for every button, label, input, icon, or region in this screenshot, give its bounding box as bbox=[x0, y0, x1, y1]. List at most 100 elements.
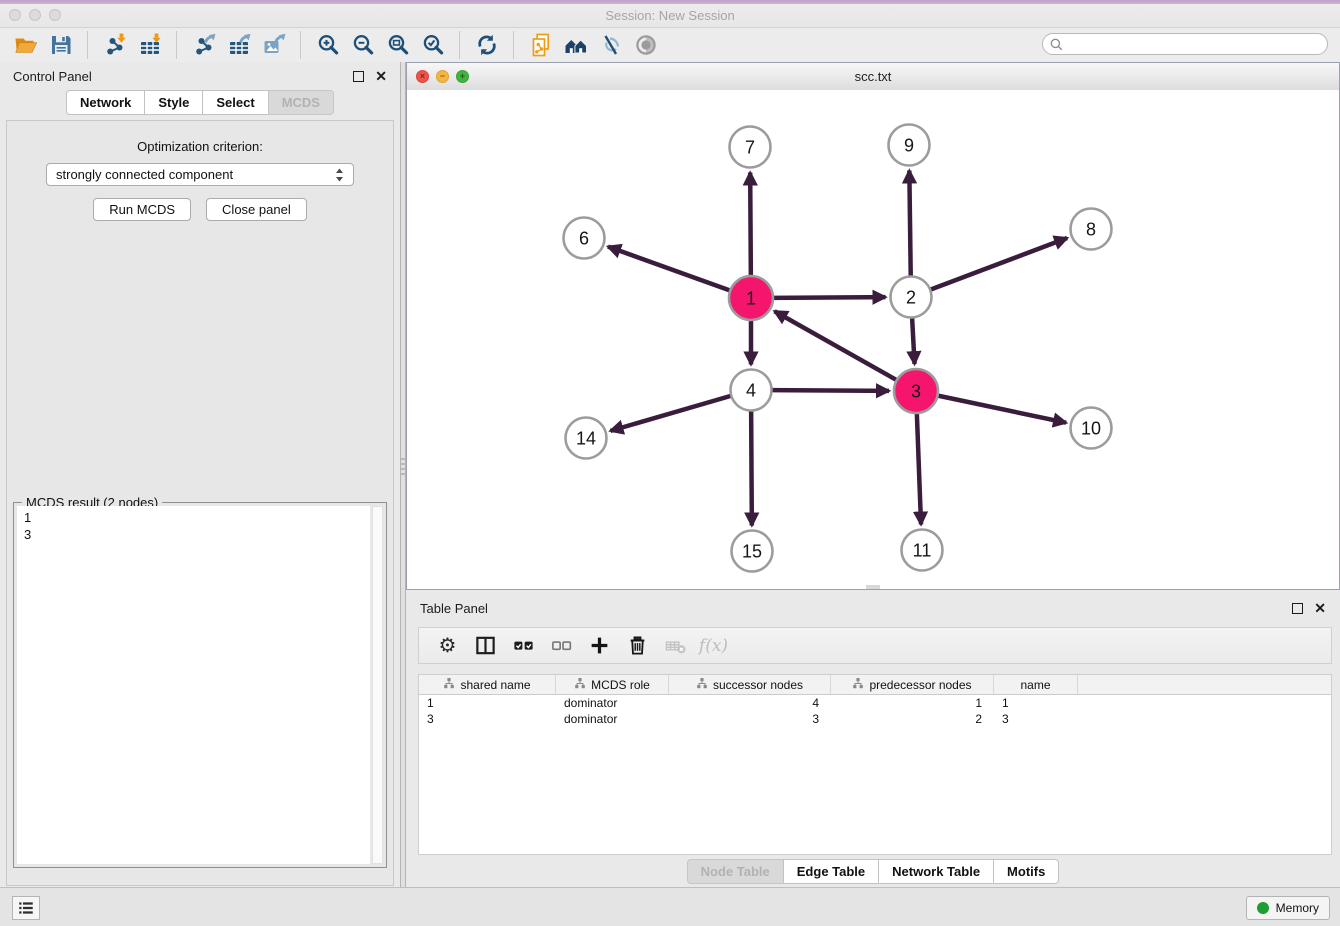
tab-style[interactable]: Style bbox=[144, 90, 203, 115]
graph-node-4[interactable]: 4 bbox=[731, 370, 772, 411]
float-panel-icon[interactable] bbox=[353, 71, 364, 82]
optimization-label: Optimization criterion: bbox=[7, 139, 393, 154]
mcds-panel: Optimization criterion: strongly connect… bbox=[6, 120, 394, 886]
table-row[interactable]: 1dominator411 bbox=[419, 695, 1331, 711]
export-table-icon[interactable] bbox=[223, 31, 254, 59]
graph-node-10[interactable]: 10 bbox=[1071, 408, 1112, 449]
table-tab-edge-table[interactable]: Edge Table bbox=[783, 859, 879, 884]
graph-node-3[interactable]: 3 bbox=[894, 369, 938, 413]
tab-mcds[interactable]: MCDS bbox=[268, 90, 334, 115]
zoom-selected-icon[interactable] bbox=[417, 31, 448, 59]
graph-node-11[interactable]: 11 bbox=[902, 530, 943, 571]
control-panel-tabs: NetworkStyleSelectMCDS bbox=[0, 90, 400, 115]
column-label: successor nodes bbox=[713, 678, 803, 692]
memory-button[interactable]: Memory bbox=[1246, 896, 1330, 920]
graph-node-14[interactable]: 14 bbox=[566, 418, 607, 459]
window-title: Session: New Session bbox=[0, 8, 1340, 23]
toolbar-separator bbox=[176, 31, 177, 59]
float-table-panel-icon[interactable] bbox=[1292, 603, 1303, 614]
result-scrollbar[interactable] bbox=[372, 506, 383, 864]
table-panel: Table Panel ✕ ⚙f(x) shared nameMCDS role… bbox=[406, 595, 1340, 888]
graph-edge-3-10[interactable] bbox=[939, 396, 1067, 423]
delete-column-icon[interactable] bbox=[619, 631, 656, 661]
graph-edge-1-2[interactable] bbox=[774, 297, 886, 298]
hide-graphics-details-icon[interactable] bbox=[595, 31, 626, 59]
open-session-icon[interactable] bbox=[10, 31, 41, 59]
graph-edge-4-15[interactable] bbox=[751, 411, 752, 525]
table-cell: 1 bbox=[994, 696, 1078, 710]
graph-edge-2-9[interactable] bbox=[909, 170, 910, 275]
column-header-MCDS-role[interactable]: MCDS role bbox=[556, 675, 669, 694]
search-input[interactable] bbox=[1068, 36, 1320, 52]
graph-node-6[interactable]: 6 bbox=[564, 218, 605, 259]
save-session-icon[interactable] bbox=[45, 31, 76, 59]
zoom-out-icon[interactable] bbox=[347, 31, 378, 59]
export-network-icon[interactable] bbox=[188, 31, 219, 59]
column-visibility-icon[interactable] bbox=[467, 631, 504, 661]
column-type-icon bbox=[574, 677, 586, 692]
select-all-rows-icon[interactable] bbox=[505, 631, 542, 661]
svg-text:7: 7 bbox=[745, 137, 755, 157]
table-cell: dominator bbox=[556, 696, 669, 710]
new-network-icon[interactable] bbox=[525, 31, 556, 59]
graph-edge-3-1[interactable] bbox=[775, 311, 896, 379]
svg-text:11: 11 bbox=[913, 540, 932, 560]
import-table-icon[interactable] bbox=[134, 31, 165, 59]
close-panel-button[interactable]: Close panel bbox=[206, 198, 307, 221]
close-table-panel-icon[interactable]: ✕ bbox=[1314, 601, 1326, 615]
graph-edge-4-14[interactable] bbox=[610, 396, 730, 431]
svg-text:6: 6 bbox=[579, 228, 589, 248]
tab-select[interactable]: Select bbox=[202, 90, 268, 115]
graph-edge-1-6[interactable] bbox=[608, 247, 729, 291]
network-canvas[interactable]: 1 2 3 4 6 7 8 9 10 11 14 15 bbox=[407, 90, 1339, 589]
run-mcds-button[interactable]: Run MCDS bbox=[93, 198, 191, 221]
table-settings-icon[interactable]: ⚙ bbox=[429, 631, 466, 661]
mcds-result-box: MCDS result (2 nodes) 13 bbox=[13, 502, 387, 868]
add-column-icon[interactable] bbox=[581, 631, 618, 661]
zoom-fit-icon[interactable] bbox=[382, 31, 413, 59]
column-label: shared name bbox=[460, 678, 530, 692]
list-icon bbox=[17, 899, 35, 917]
graph-node-8[interactable]: 8 bbox=[1071, 209, 1112, 250]
canvas-resize-grip[interactable] bbox=[866, 585, 880, 589]
column-type-icon bbox=[443, 677, 455, 692]
column-header-predecessor-nodes[interactable]: predecessor nodes bbox=[831, 675, 994, 694]
network-graph: 1 2 3 4 6 7 8 9 10 11 14 15 bbox=[407, 90, 1339, 589]
deselect-all-rows-icon[interactable] bbox=[543, 631, 580, 661]
graph-edge-3-11[interactable] bbox=[917, 414, 921, 525]
column-label: name bbox=[1020, 678, 1050, 692]
table-row[interactable]: 3dominator323 bbox=[419, 711, 1331, 727]
graph-node-9[interactable]: 9 bbox=[889, 125, 930, 166]
export-image-icon[interactable] bbox=[258, 31, 289, 59]
graph-node-2[interactable]: 2 bbox=[891, 277, 932, 318]
graph-edge-1-7[interactable] bbox=[750, 172, 751, 275]
table-tab-motifs[interactable]: Motifs bbox=[993, 859, 1059, 884]
table-tab-node-table[interactable]: Node Table bbox=[687, 859, 784, 884]
graph-node-15[interactable]: 15 bbox=[732, 531, 773, 572]
table-tabs: Node TableEdge TableNetwork TableMotifs bbox=[406, 859, 1340, 884]
toolbar-separator bbox=[87, 31, 88, 59]
graph-node-7[interactable]: 7 bbox=[730, 127, 771, 168]
home-views-icon[interactable] bbox=[560, 31, 591, 59]
column-header-name[interactable]: name bbox=[994, 675, 1078, 694]
graph-edge-2-8[interactable] bbox=[931, 238, 1067, 289]
column-header-shared-name[interactable]: shared name bbox=[419, 675, 556, 694]
mcds-result-area[interactable]: 13 bbox=[17, 506, 370, 864]
graph-edge-4-3[interactable] bbox=[772, 390, 889, 391]
zoom-in-icon[interactable] bbox=[312, 31, 343, 59]
network-window: × − + scc.txt 1234678910111415 bbox=[406, 62, 1340, 590]
import-network-icon[interactable] bbox=[99, 31, 130, 59]
toolbar-separator bbox=[513, 31, 514, 59]
task-history-button[interactable] bbox=[12, 896, 40, 920]
svg-text:9: 9 bbox=[904, 135, 914, 155]
graph-edge-2-3[interactable] bbox=[912, 318, 914, 364]
delete-table-icon bbox=[657, 631, 694, 661]
criterion-select[interactable]: strongly connected component bbox=[46, 163, 354, 186]
table-tab-network-table[interactable]: Network Table bbox=[878, 859, 994, 884]
column-header-successor-nodes[interactable]: successor nodes bbox=[669, 675, 831, 694]
show-graphics-details-icon bbox=[630, 31, 661, 59]
close-panel-icon[interactable]: ✕ bbox=[375, 69, 387, 83]
graph-node-1[interactable]: 1 bbox=[729, 276, 773, 320]
refresh-layout-icon[interactable] bbox=[471, 31, 502, 59]
tab-network[interactable]: Network bbox=[66, 90, 145, 115]
